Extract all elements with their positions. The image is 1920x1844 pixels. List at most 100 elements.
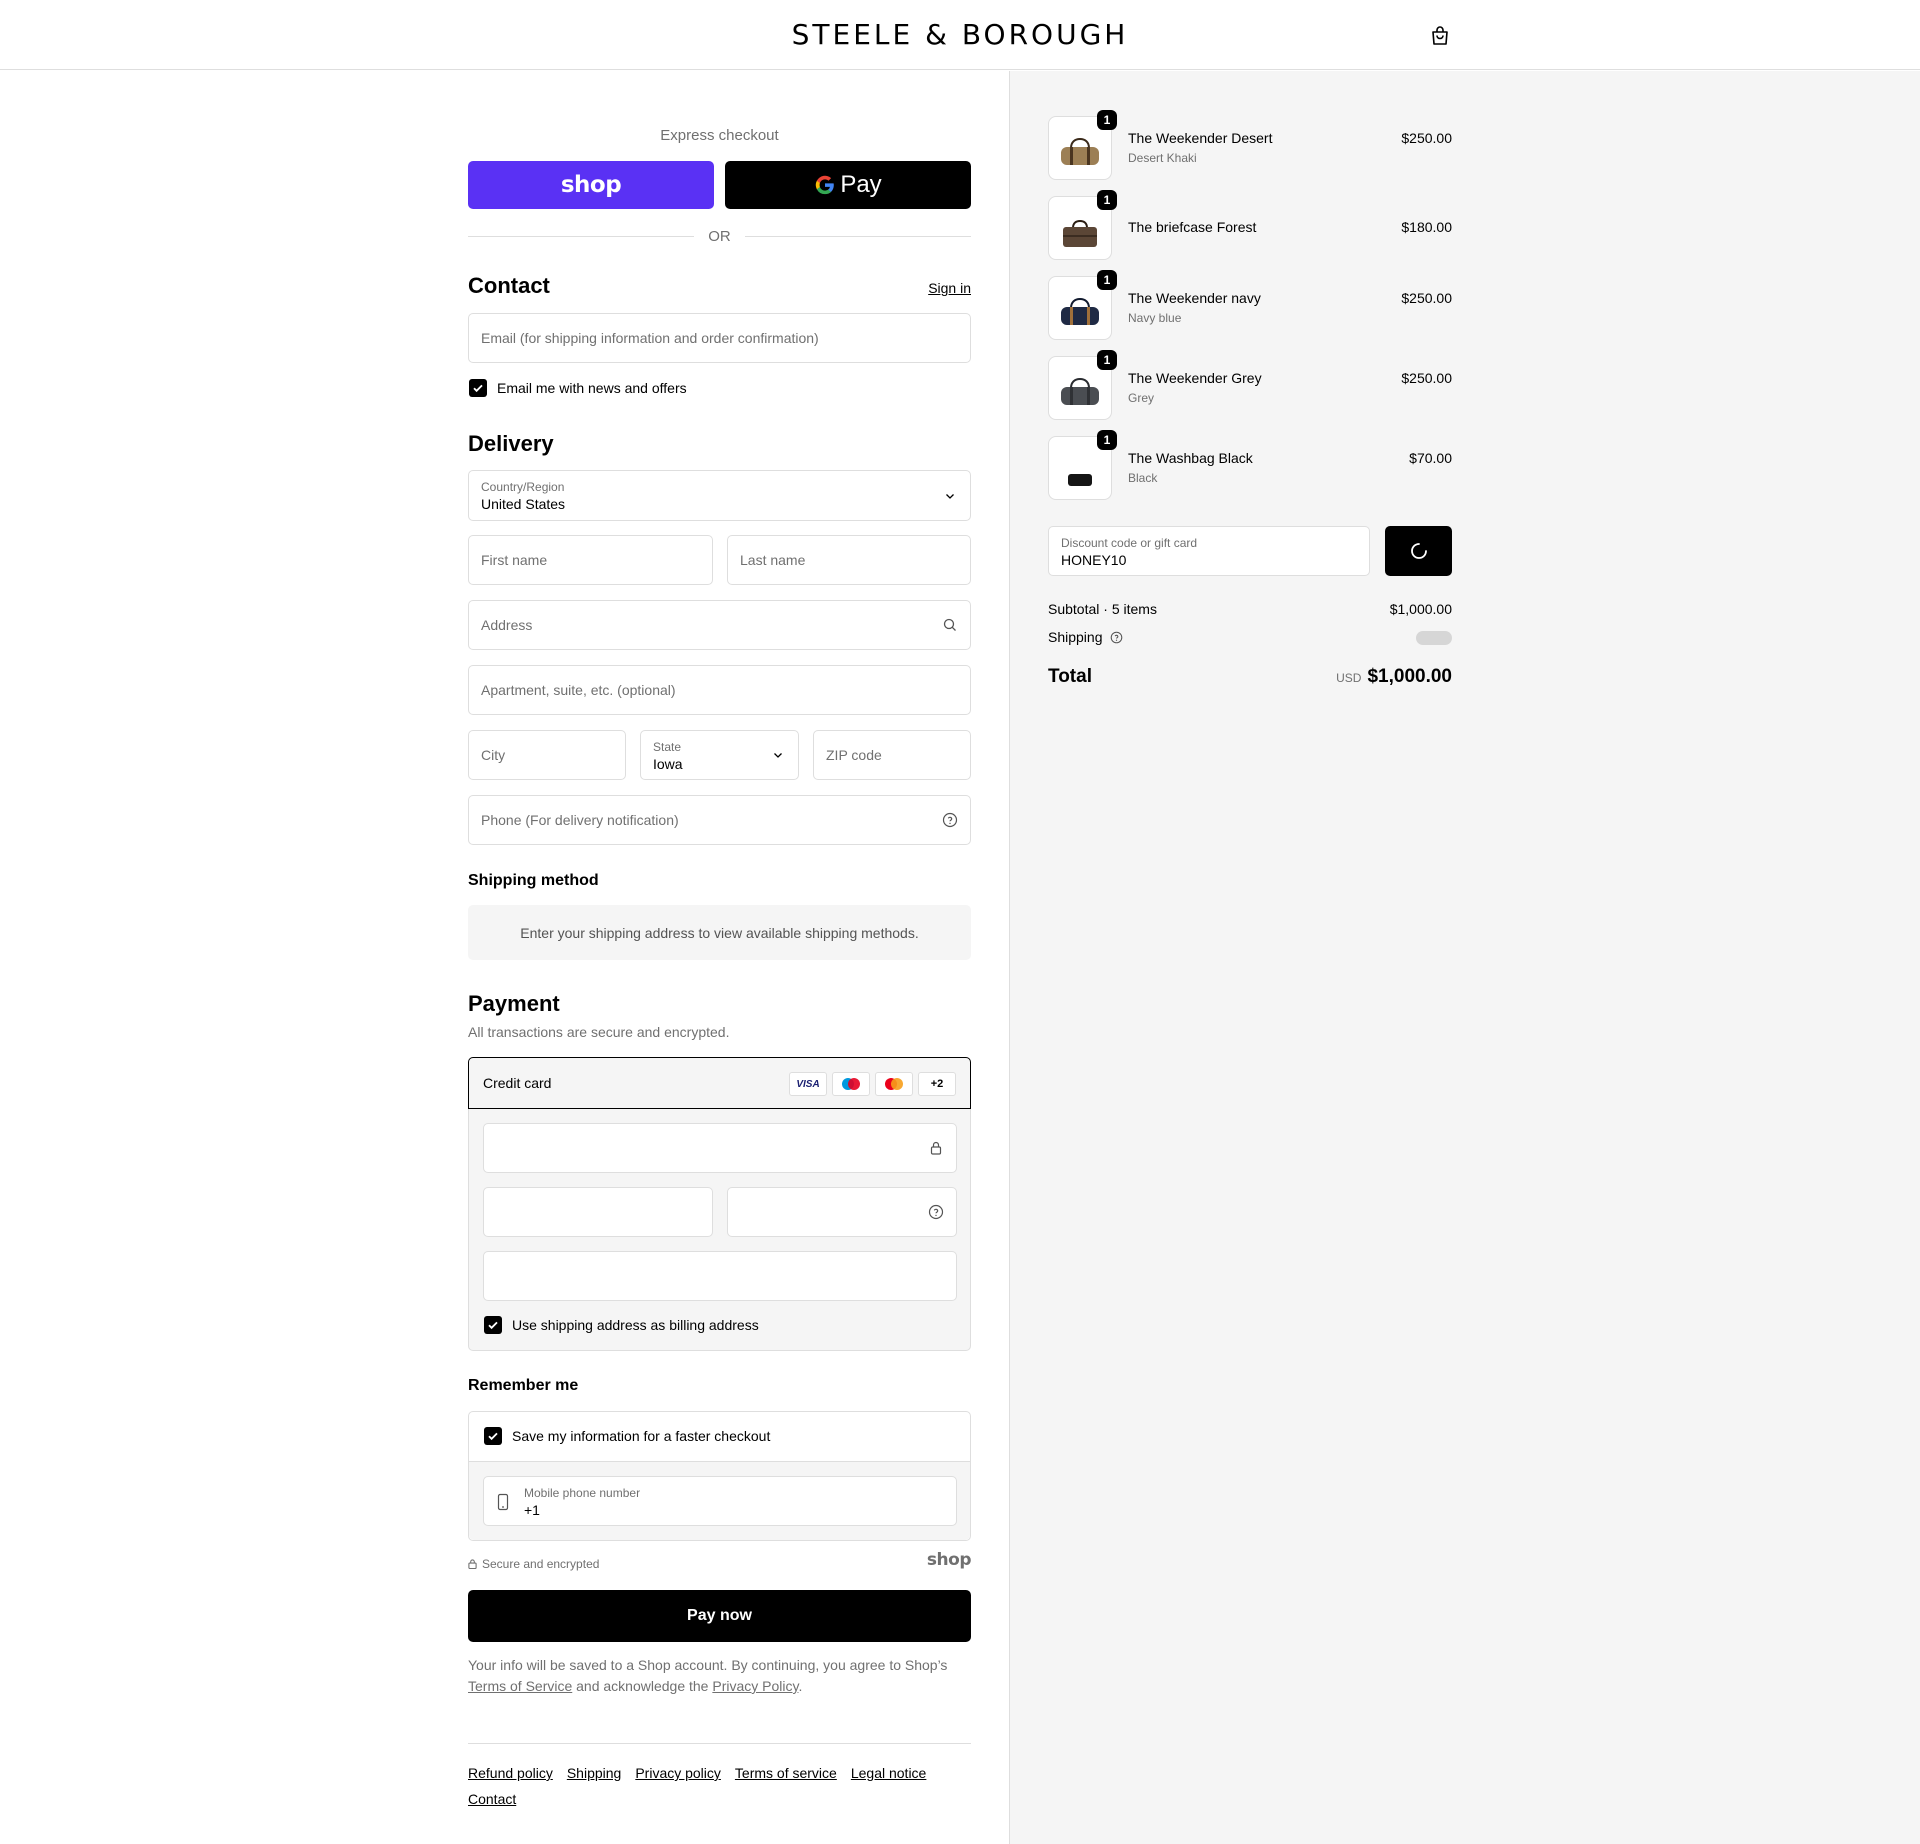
shipping-row: Shipping	[1048, 629, 1452, 645]
help-circle-icon[interactable]	[928, 1204, 944, 1220]
quantity-badge: 1	[1097, 190, 1117, 210]
first-name-field[interactable]: First name	[468, 535, 713, 585]
checkmark-icon	[473, 384, 483, 393]
help-circle-icon[interactable]	[1110, 631, 1123, 644]
security-code-field[interactable]	[727, 1187, 957, 1237]
mobile-phone-icon	[497, 1493, 509, 1511]
name-on-card-field[interactable]	[483, 1251, 957, 1301]
credit-card-form: Use shipping address as billing address	[468, 1109, 971, 1351]
address-placeholder: Address	[481, 617, 533, 633]
country-select[interactable]: Country/Region United States	[468, 470, 971, 521]
discount-code-field[interactable]: Discount code or gift card HONEY10	[1048, 526, 1370, 576]
billing-checkbox[interactable]	[484, 1316, 502, 1334]
refund-policy-link[interactable]: Refund policy	[468, 1760, 553, 1786]
shop-logo: shop	[926, 1550, 972, 1570]
zip-field[interactable]: ZIP code	[813, 730, 971, 780]
google-g-icon	[816, 175, 835, 195]
remember-me-box: Save my information for a faster checkou…	[468, 1411, 971, 1541]
state-select[interactable]: State Iowa	[640, 730, 799, 780]
chevron-down-icon	[946, 493, 954, 499]
discount-value: HONEY10	[1061, 552, 1127, 568]
save-info-label: Save my information for a faster checkou…	[512, 1428, 771, 1444]
terms-of-service-footer-link[interactable]: Terms of service	[735, 1760, 837, 1786]
line-item: 1 The Weekender Grey Grey $250.00	[1048, 350, 1452, 420]
loading-spinner-icon	[1410, 543, 1427, 559]
email-placeholder: Email (for shipping information and orde…	[481, 330, 819, 346]
more-cards-badge: +2	[918, 1072, 956, 1096]
chevron-down-icon	[774, 753, 782, 758]
remember-me-heading: Remember me	[468, 1377, 579, 1394]
last-name-placeholder: Last name	[740, 552, 806, 568]
shipping-method-heading: Shipping method	[468, 872, 599, 889]
quantity-badge: 1	[1097, 350, 1117, 370]
last-name-field[interactable]: Last name	[727, 535, 971, 585]
or-divider: OR	[468, 226, 971, 246]
contact-link[interactable]: Contact	[468, 1786, 516, 1812]
product-variant: Navy blue	[1128, 311, 1182, 325]
legal-text: Your info will be saved to a Shop accoun…	[468, 1655, 971, 1697]
credit-card-option[interactable]: Credit card VISA +2	[468, 1057, 971, 1109]
first-name-placeholder: First name	[481, 552, 548, 568]
apartment-field[interactable]: Apartment, suite, etc. (optional)	[468, 665, 971, 715]
terms-of-service-link[interactable]: Terms of Service	[468, 1678, 572, 1694]
privacy-policy-footer-link[interactable]: Privacy policy	[635, 1760, 721, 1786]
mobile-phone-field[interactable]: Mobile phone number +1	[483, 1476, 957, 1526]
total-label: Total	[1048, 666, 1092, 687]
phone-field[interactable]: Phone (For delivery notification)	[468, 795, 971, 845]
product-variant: Black	[1128, 471, 1158, 485]
pay-now-button[interactable]: Pay now	[468, 1590, 971, 1642]
shopping-bag-icon[interactable]	[1428, 24, 1452, 48]
legal-text-part2: and acknowledge the	[576, 1678, 709, 1694]
contact-heading: Contact	[468, 273, 550, 298]
payment-heading: Payment	[468, 991, 560, 1016]
product-name: The briefcase Forest	[1128, 219, 1257, 235]
total-value: $1,000.00	[1367, 666, 1452, 687]
sign-in-link[interactable]: Sign in	[900, 280, 971, 296]
shop-pay-button[interactable]: shop	[468, 161, 714, 209]
country-value: United States	[481, 496, 566, 512]
mobile-phone-value: +1	[524, 1502, 540, 1518]
news-checkbox[interactable]	[469, 379, 487, 397]
card-number-field[interactable]	[483, 1123, 957, 1173]
subtotal-row: Subtotal · 5 items $1,000.00	[1048, 601, 1452, 617]
google-pay-label: Pay	[840, 171, 882, 198]
mastercard-icon	[875, 1072, 913, 1096]
address-field[interactable]: Address	[468, 600, 971, 650]
shipping-method-text: Enter your shipping address to view avai…	[520, 924, 919, 941]
footer-divider	[468, 1743, 971, 1744]
shipping-label: Shipping	[1048, 629, 1103, 645]
privacy-policy-link[interactable]: Privacy Policy	[712, 1678, 798, 1694]
footer-links: Refund policy Shipping Privacy policy Terms…	[468, 1760, 971, 1812]
discount-label: Discount code or gift card	[1061, 536, 1198, 550]
shipping-policy-link[interactable]: Shipping	[567, 1760, 622, 1786]
total-amount: USD $1,000.00	[1250, 666, 1452, 688]
credit-card-label: Credit card	[483, 1075, 552, 1091]
legal-notice-link[interactable]: Legal notice	[851, 1760, 927, 1786]
product-variant: Desert Khaki	[1128, 151, 1197, 165]
or-text: OR	[708, 227, 731, 245]
product-price: $250.00	[1401, 130, 1452, 146]
product-variant: Grey	[1128, 391, 1155, 405]
secure-notice: Secure and encrypted	[468, 1557, 599, 1571]
subtotal-label: Subtotal · 5 items	[1048, 601, 1157, 617]
email-field[interactable]: Email (for shipping information and orde…	[468, 313, 971, 363]
secure-text: Secure and encrypted	[482, 1557, 600, 1571]
product-name: The Weekender Desert	[1128, 130, 1273, 146]
checkmark-icon	[488, 1321, 498, 1330]
currency-code: USD	[1336, 671, 1362, 685]
city-field[interactable]: City	[468, 730, 626, 780]
apply-discount-button[interactable]	[1385, 526, 1452, 576]
shipping-loading-placeholder	[1416, 631, 1452, 645]
state-value: Iowa	[653, 756, 683, 772]
search-icon	[943, 618, 956, 631]
store-logo[interactable]: STEELE & BOROUGH	[0, 18, 1920, 51]
google-pay-button[interactable]: Pay	[725, 161, 971, 209]
express-checkout-title: Express checkout	[660, 127, 779, 144]
help-circle-icon[interactable]	[942, 812, 958, 828]
expiration-field[interactable]	[483, 1187, 713, 1237]
apartment-placeholder: Apartment, suite, etc. (optional)	[481, 682, 676, 698]
save-info-checkbox[interactable]	[484, 1427, 502, 1445]
state-label: State	[653, 740, 682, 754]
product-price: $250.00	[1401, 370, 1452, 386]
line-item: 1 The Weekender Desert Desert Khaki $250…	[1048, 110, 1452, 180]
